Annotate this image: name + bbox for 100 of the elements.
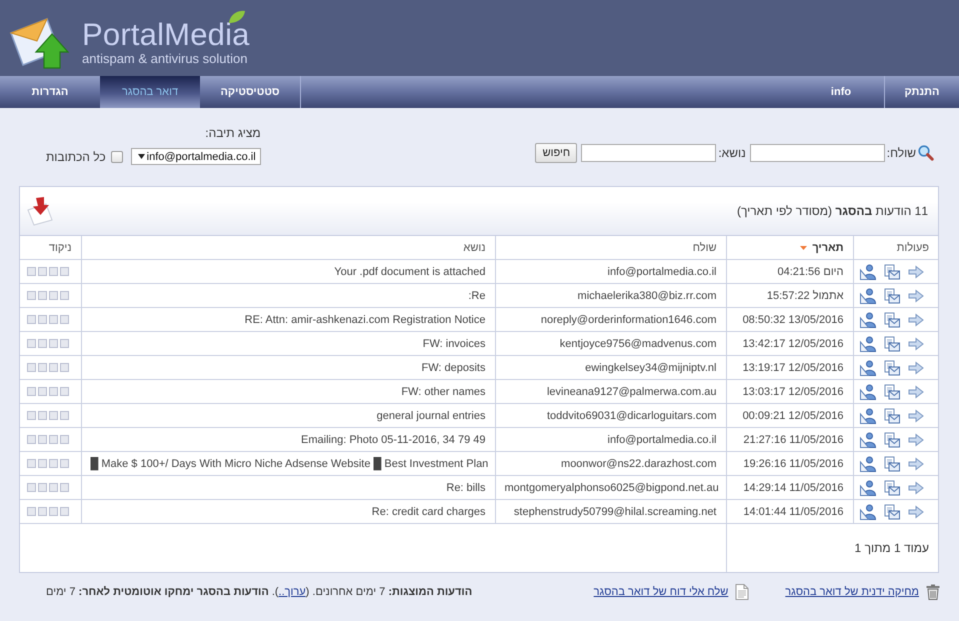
mail-document-icon[interactable]	[884, 312, 900, 328]
search-button[interactable]: חיפוש	[535, 143, 578, 163]
subject-cell: FW: other names	[81, 380, 495, 404]
score-square-icon	[60, 435, 68, 444]
mail-document-icon[interactable]	[884, 336, 900, 352]
mail-document-icon[interactable]	[884, 408, 900, 424]
send-report-link[interactable]: שלח אלי דוח של דואר בהסגר	[594, 586, 728, 598]
score-square-icon	[38, 315, 46, 324]
mail-document-icon[interactable]	[884, 384, 900, 400]
user-icon[interactable]	[860, 408, 876, 424]
score-square-icon	[48, 339, 58, 348]
mailbox-select[interactable]: info@portalmedia.co.il	[130, 148, 261, 165]
score-square-icon	[48, 267, 58, 276]
all-addresses-checkbox[interactable]	[110, 150, 123, 162]
nav-link[interactable]: התנתק	[884, 76, 959, 108]
mail-document-icon[interactable]	[884, 432, 900, 448]
score-square-icon	[60, 315, 68, 324]
score-square-icon	[48, 411, 58, 420]
arrow-right-icon[interactable]	[908, 264, 924, 278]
arrow-right-icon[interactable]	[908, 312, 924, 326]
mail-document-icon[interactable]	[884, 264, 900, 280]
score-square-icon	[26, 387, 36, 396]
nav-tab[interactable]: סטטיסטיקה	[200, 76, 300, 108]
column-header[interactable]: נושא	[81, 236, 495, 260]
date-cell: 14:29:14 11/05/2016	[726, 476, 853, 500]
score-square-icon	[26, 315, 36, 324]
column-header[interactable]: פעולות	[853, 236, 938, 260]
score-square-icon	[26, 291, 36, 300]
date-cell: 13:03:17 12/05/2016	[726, 380, 853, 404]
user-icon[interactable]	[860, 264, 876, 280]
date-cell: 08:50:32 13/05/2016	[726, 308, 853, 332]
arrow-right-icon[interactable]	[908, 360, 924, 374]
user-icon[interactable]	[860, 432, 876, 448]
edit-link[interactable]: ערוך..	[278, 586, 306, 598]
mail-document-icon[interactable]	[884, 504, 900, 520]
score-square-icon	[60, 339, 68, 348]
user-icon[interactable]	[860, 360, 876, 376]
date-cell: 19:26:16 11/05/2016	[726, 452, 853, 476]
sender-cell: moonwor@ns22.darazhost.com	[495, 452, 726, 476]
logo-title: PortalMedia	[82, 18, 250, 52]
arrow-right-icon[interactable]	[908, 480, 924, 494]
mail-document-icon[interactable]	[884, 288, 900, 304]
date-cell: 00:09:21 12/05/2016	[726, 404, 853, 428]
date-cell: 21:27:16 11/05/2016	[726, 428, 853, 452]
date-cell: 13:42:17 12/05/2016	[726, 332, 853, 356]
subject-cell: general journal entries	[81, 404, 495, 428]
arrow-right-icon[interactable]	[908, 456, 924, 470]
score-square-icon	[48, 507, 58, 516]
user-icon[interactable]	[860, 456, 876, 472]
sender-cell: levineana9127@palmerwa.com.au	[495, 380, 726, 404]
score-square-icon	[26, 267, 36, 276]
user-icon[interactable]	[860, 336, 876, 352]
score-square-icon	[60, 459, 68, 468]
subject-cell: █ Make $ 100+/ Days With Micro Niche Adsense Website █ Best Investment Plan	[81, 452, 495, 476]
score-square-icon	[38, 267, 46, 276]
nav-tab[interactable]: הגדרות	[0, 76, 100, 108]
score-square-icon	[38, 435, 46, 444]
logo-subtitle: antispam & antivirus solution	[82, 51, 248, 66]
date-cell: 13:19:17 12/05/2016	[726, 356, 853, 380]
score-square-icon	[48, 435, 58, 444]
mailbox-label: מציג תיבה:	[205, 126, 261, 140]
sender-cell: michaelerika380@biz.rr.com	[495, 284, 726, 308]
column-header[interactable]: תאריך	[726, 236, 853, 260]
score-square-icon	[26, 339, 36, 348]
sort-down-icon	[800, 246, 808, 250]
trash-icon[interactable]	[926, 584, 940, 600]
sender-cell: ewingkelsey34@mijniptv.nl	[495, 356, 726, 380]
manual-delete-link[interactable]: מחיקה ידנית של דואר בהסגר	[785, 586, 919, 598]
nav-link[interactable]: info	[798, 76, 884, 108]
score-square-icon	[48, 315, 58, 324]
score-square-icon	[38, 483, 46, 492]
user-icon[interactable]	[860, 504, 876, 520]
subject-cell: RE: Attn: amir-ashkenazi.com Registration Notice	[81, 308, 495, 332]
user-icon[interactable]	[860, 480, 876, 496]
arrow-right-icon[interactable]	[908, 288, 924, 302]
user-icon[interactable]	[860, 312, 876, 328]
mail-document-icon[interactable]	[884, 480, 900, 496]
sender-field[interactable]	[750, 144, 885, 162]
score-square-icon	[26, 411, 36, 420]
arrow-right-icon[interactable]	[908, 432, 924, 446]
user-icon[interactable]	[860, 384, 876, 400]
subject-field[interactable]	[581, 144, 716, 162]
arrow-right-icon[interactable]	[908, 504, 924, 518]
arrow-right-icon[interactable]	[908, 384, 924, 398]
nav-tab[interactable]: דואר בהסגר	[100, 76, 200, 108]
score-square-icon	[38, 507, 46, 516]
sender-cell: info@portalmedia.co.il	[495, 260, 726, 284]
column-header[interactable]: שולח	[495, 236, 726, 260]
mail-document-icon[interactable]	[884, 360, 900, 376]
document-icon[interactable]	[735, 584, 750, 600]
score-square-icon	[60, 363, 68, 372]
mail-document-icon[interactable]	[884, 456, 900, 472]
arrow-right-icon[interactable]	[908, 408, 924, 422]
sender-cell: kentjoyce9756@madvenus.com	[495, 332, 726, 356]
score-square-icon	[60, 291, 68, 300]
caret-icon	[138, 154, 145, 159]
score-square-icon	[60, 267, 68, 276]
arrow-right-icon[interactable]	[908, 336, 924, 350]
sender-cell: stephenstrudy50799@hilal.screaming.net	[495, 500, 726, 524]
user-icon[interactable]	[860, 288, 876, 304]
